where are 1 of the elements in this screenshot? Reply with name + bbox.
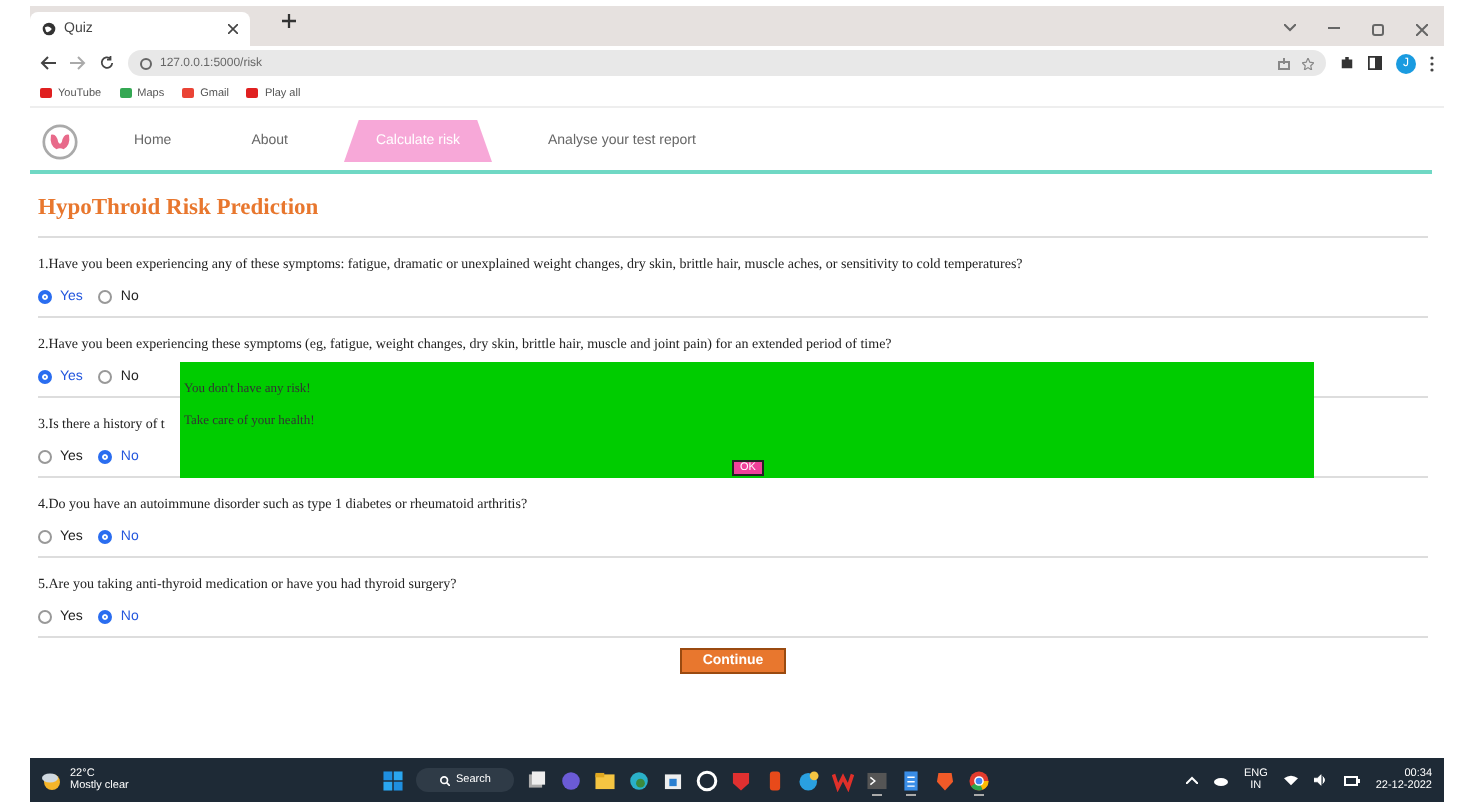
page-heading: HypoThroid Risk Prediction — [38, 174, 1428, 238]
